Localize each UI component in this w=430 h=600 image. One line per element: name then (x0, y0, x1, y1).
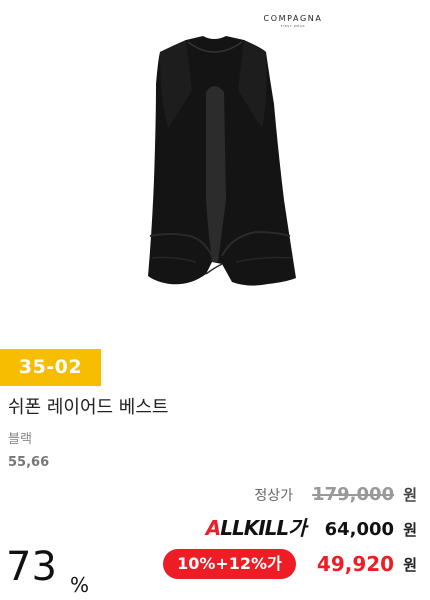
product-code-badge: 35-02 (0, 349, 101, 386)
allkill-price-value: 64,000 (324, 519, 395, 540)
product-name[interactable]: 쉬폰 레이어드 베스트 (8, 393, 168, 419)
product-sizes: 55,66 (8, 455, 50, 470)
product-image[interactable]: COMPAGNA FIRST WEAR (0, 0, 430, 340)
allkill-price-row: ALLKILL가 64,000 원 (206, 512, 417, 541)
vest-photo (148, 36, 296, 286)
currency-unit: 원 (403, 486, 417, 504)
currency-unit: 원 (403, 555, 417, 574)
allkill-logo: ALLKILL가 (205, 516, 307, 540)
discount-rate: 73 (6, 544, 57, 590)
sale-price-value: 49,920 (316, 552, 395, 576)
product-color: 블랙 (8, 432, 32, 447)
regular-price-label: 정상가 (254, 488, 294, 504)
currency-unit: 원 (403, 521, 417, 539)
sale-price-row: 10%+12%가 49,920 원 (163, 549, 417, 579)
regular-price-row: 정상가 179,000 원 (254, 484, 417, 505)
discount-pill: 10%+12%가 (163, 549, 296, 579)
regular-price-value: 179,000 (312, 484, 395, 505)
allkill-logo-rest: LLKILL가 (220, 516, 306, 540)
discount-rate-unit: % (70, 573, 90, 597)
allkill-logo-a: A (205, 516, 222, 540)
